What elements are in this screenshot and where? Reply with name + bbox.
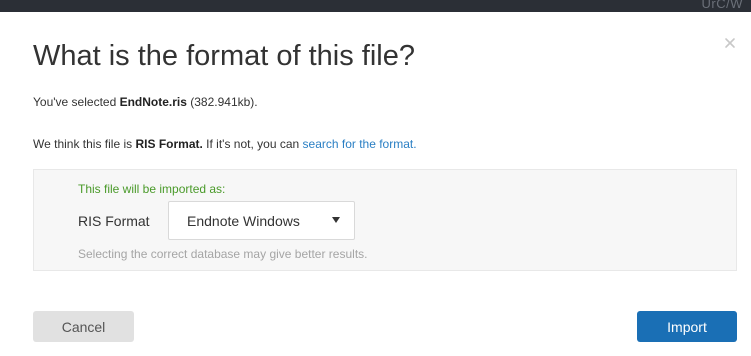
- selected-prefix: You've selected: [33, 95, 120, 109]
- selected-file-text: You've selected EndNote.ris (382.941kb).: [33, 95, 258, 109]
- think-middle: If it's not, you can: [202, 137, 303, 151]
- search-format-link[interactable]: search for the format.: [303, 137, 417, 151]
- close-icon[interactable]: [723, 36, 737, 50]
- think-prefix: We think this file is: [33, 137, 136, 151]
- dialog-title: What is the format of this file?: [33, 40, 415, 72]
- file-name: EndNote.ris: [119, 95, 187, 109]
- format-dialog: What is the format of this file? You've …: [9, 14, 751, 356]
- database-hint: Selecting the correct database may give …: [78, 247, 368, 261]
- background-header: UrC/W: [0, 0, 751, 12]
- import-button[interactable]: Import: [637, 311, 737, 342]
- import-settings-panel: This file will be imported as: RIS Forma…: [33, 169, 737, 271]
- detected-format-text: We think this file is RIS Format. If it'…: [33, 137, 417, 151]
- background-header-text: UrC/W: [701, 0, 743, 11]
- detected-format: RIS Format.: [135, 137, 203, 151]
- database-select[interactable]: Endnote Windows: [168, 201, 355, 240]
- chevron-down-icon: [332, 217, 340, 223]
- file-size: (382.941kb).: [186, 95, 258, 109]
- background-header-bar: [0, 0, 751, 12]
- cancel-button[interactable]: Cancel: [33, 311, 134, 342]
- format-label: RIS Format: [78, 213, 150, 229]
- import-as-label: This file will be imported as:: [78, 182, 226, 196]
- database-select-value: Endnote Windows: [187, 213, 300, 229]
